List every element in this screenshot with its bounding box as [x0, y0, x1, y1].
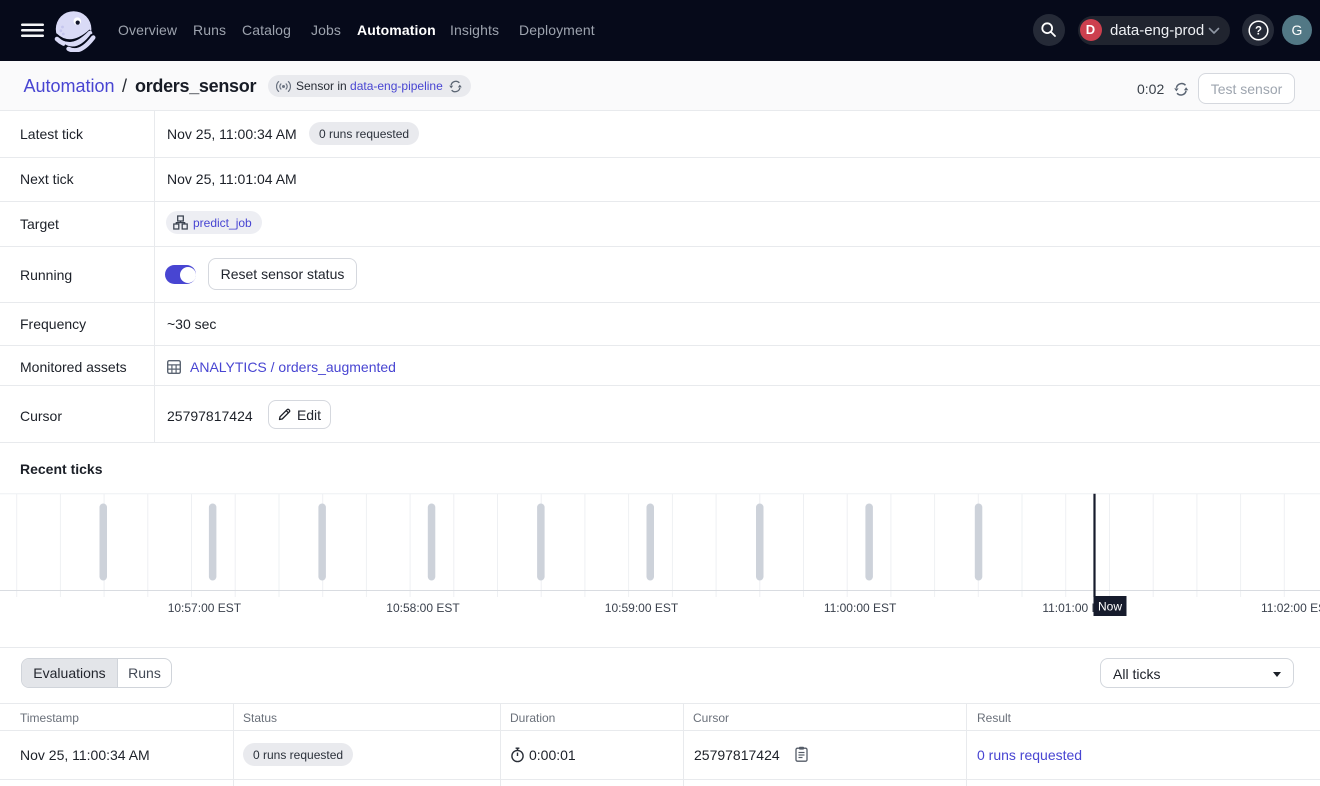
svg-text:Now: Now — [1098, 600, 1122, 614]
svg-text:?: ? — [1254, 25, 1261, 37]
svg-text:11:00:00 EST: 11:00:00 EST — [824, 601, 897, 615]
svg-text:10:58:00 EST: 10:58:00 EST — [386, 601, 460, 615]
svg-text:10:57:00 EST: 10:57:00 EST — [168, 601, 242, 615]
svg-text:11:02:00 EST: 11:02:00 EST — [1261, 601, 1320, 615]
svg-text:10:59:00 EST: 10:59:00 EST — [605, 601, 679, 615]
